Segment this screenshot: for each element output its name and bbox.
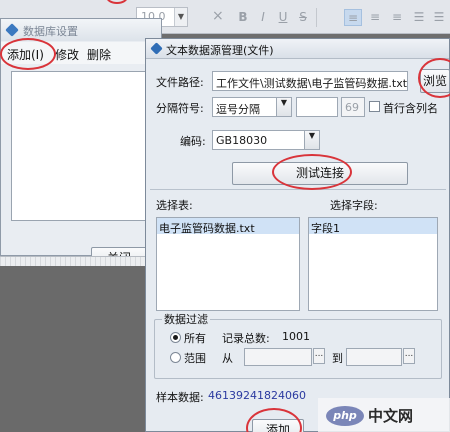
align-center-button[interactable]: ≡ <box>366 9 384 26</box>
watermark-text: 中文网 <box>368 407 414 425</box>
file-path-field[interactable]: 工作文件\测试数据\电子监管码数据.txt <box>212 71 408 91</box>
separator-code-value: 69 <box>345 101 359 114</box>
underline-button[interactable]: U <box>274 9 292 26</box>
strikethrough-button[interactable]: S <box>294 9 312 26</box>
range-from-label: 从 <box>222 352 233 365</box>
distribute-button[interactable]: ☰ <box>430 9 448 26</box>
select-field-label: 选择字段: <box>330 199 378 212</box>
chevron-down-icon[interactable]: ▼ <box>304 131 319 149</box>
toolbar-divider <box>316 8 317 27</box>
menu-add[interactable]: 添加(I) <box>7 46 44 63</box>
justify-button[interactable]: ☰ <box>410 9 428 26</box>
table-list[interactable]: 电子监管码数据.txt <box>156 217 300 311</box>
canvas-background <box>0 266 145 432</box>
select-table-label: 选择表: <box>156 199 193 212</box>
filter-range-radio[interactable] <box>170 352 181 363</box>
data-filter-legend: 数据过滤 <box>162 311 210 327</box>
chevron-down-icon[interactable]: ▼ <box>276 98 291 116</box>
add-button[interactable]: 添加 <box>252 419 304 432</box>
align-left-button[interactable]: ≡ <box>344 9 362 26</box>
filter-range-label: 范围 <box>184 352 206 365</box>
test-connection-button[interactable]: 测试连接 <box>232 162 408 185</box>
filter-all-radio[interactable] <box>170 332 181 343</box>
table-list-item[interactable]: 电子监管码数据.txt <box>157 218 299 235</box>
menu-delete[interactable]: 删除 <box>87 46 111 63</box>
field-list-item[interactable]: 字段1 <box>309 218 437 235</box>
watermark-logo: php <box>326 406 364 426</box>
menu-edit[interactable]: 修改 <box>55 46 79 63</box>
bold-button[interactable]: B <box>234 9 252 26</box>
text-datasource-dialog: 文本数据源管理(文件) 文件路径: 工作文件\测试数据\电子监管码数据.txt … <box>145 38 450 432</box>
dialog-title: 文本数据源管理(文件) <box>166 44 274 57</box>
encoding-label: 编码: <box>180 135 206 148</box>
close-icon[interactable]: × <box>212 8 224 24</box>
separator-code-field[interactable]: 69 <box>341 97 365 117</box>
app-diamond-icon <box>150 42 163 55</box>
align-right-button[interactable]: ≡ <box>388 9 406 26</box>
range-to-label: 到 <box>332 352 343 365</box>
data-source-list[interactable] <box>11 71 151 221</box>
browse-button[interactable]: 浏览 <box>420 69 450 93</box>
back-dialog-title: 数据库设置 <box>23 25 78 38</box>
section-divider <box>150 189 446 190</box>
back-dialog-titlebar: 数据库设置 <box>1 19 161 41</box>
separator-select[interactable]: 逗号分隔 ▼ <box>212 97 292 117</box>
ruler <box>0 256 162 266</box>
dialog-titlebar: 文本数据源管理(文件) <box>146 39 449 59</box>
header-row-label: 首行含列名 <box>383 102 438 115</box>
toolbar-blank-button[interactable] <box>322 9 340 26</box>
file-path-label: 文件路径: <box>156 76 204 89</box>
database-settings-dialog: 数据库设置 添加(I) 修改 删除 关闭 <box>0 18 162 269</box>
header-row-checkbox[interactable] <box>369 101 380 112</box>
chevron-down-icon[interactable]: ▼ <box>174 8 187 26</box>
italic-button[interactable]: I <box>254 9 272 26</box>
custom-separator-field[interactable] <box>296 97 338 117</box>
ellipsis-icon[interactable]: ... <box>403 348 415 364</box>
range-from-field[interactable] <box>244 348 312 366</box>
separator-value: 逗号分隔 <box>216 103 260 116</box>
ellipsis-icon[interactable]: ... <box>313 348 325 364</box>
encoding-select[interactable]: GB18030 ▼ <box>212 130 320 150</box>
filter-all-label: 所有 <box>184 332 206 345</box>
sample-data-label: 样本数据: <box>156 391 204 404</box>
range-to-field[interactable] <box>346 348 402 366</box>
record-total-value: 1001 <box>282 330 310 343</box>
encoding-value: GB18030 <box>216 134 268 147</box>
field-list[interactable]: 字段1 <box>308 217 438 311</box>
back-dialog-menubar: 添加(I) 修改 删除 <box>1 42 161 64</box>
file-path-value: 工作文件\测试数据\电子监管码数据.txt <box>216 77 408 90</box>
record-total-label: 记录总数: <box>222 332 270 345</box>
separator-label: 分隔符号: <box>156 102 204 115</box>
app-diamond-icon <box>5 23 19 37</box>
